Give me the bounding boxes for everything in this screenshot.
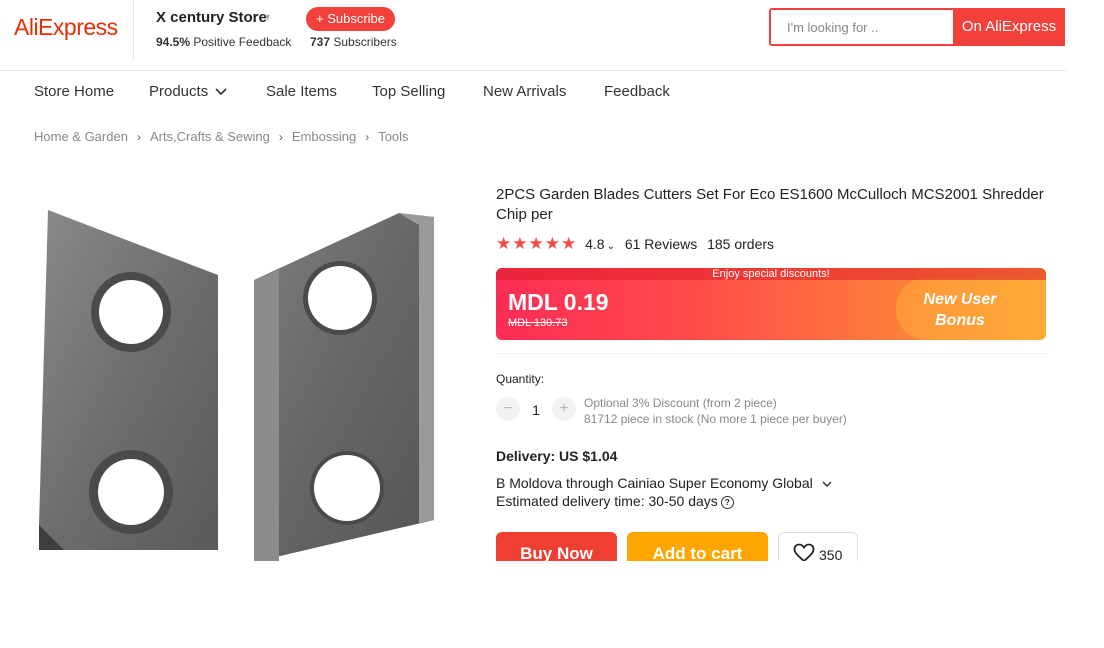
star-rating-icon: ★★★★★ xyxy=(496,234,578,253)
caret-down-icon[interactable]: ▼ xyxy=(263,12,272,22)
heart-icon xyxy=(793,543,815,563)
quantity-label: Quantity: xyxy=(496,372,545,386)
store-header: AliExpress X century Store ▼ + Subscribe… xyxy=(0,0,1067,71)
nav-sale-items[interactable]: Sale Items xyxy=(266,83,337,100)
nav-products-label: Products xyxy=(149,83,209,100)
divider xyxy=(496,353,1046,354)
nav-products[interactable]: Products xyxy=(149,83,227,100)
subscribers-label: Subscribers xyxy=(333,35,397,49)
feedback-percent: 94.5% xyxy=(156,35,191,49)
delivery-eta: Estimated delivery time: 30-50 days? xyxy=(496,493,734,509)
stock-note: 81712 piece in stock (No more 1 piece pe… xyxy=(584,412,847,426)
blades-photo xyxy=(39,210,434,561)
positive-feedback: 94.5% Positive Feedback xyxy=(156,35,291,49)
nav-top-selling[interactable]: Top Selling xyxy=(372,83,445,100)
breadcrumb-home-garden[interactable]: Home & Garden xyxy=(34,129,128,144)
orders-count: 185 orders xyxy=(707,236,775,252)
quantity-input[interactable]: 1 xyxy=(526,402,546,418)
nav-store-home[interactable]: Store Home xyxy=(34,83,114,100)
nav-feedback[interactable]: Feedback xyxy=(604,83,670,100)
chevron-right-icon: › xyxy=(136,130,141,144)
chevron-right-icon: › xyxy=(365,130,370,144)
breadcrumb-arts-crafts[interactable]: Arts,Crafts & Sewing xyxy=(150,129,270,144)
rating-row: ★★★★★ 4.8 ⌄ 61 Reviews 185 orders xyxy=(496,234,774,254)
promo-banner: Enjoy special discounts! xyxy=(496,268,1046,280)
discount-note: Optional 3% Discount (from 2 piece) xyxy=(584,396,777,410)
breadcrumb-embossing[interactable]: Embossing xyxy=(292,129,356,144)
new-user-bonus[interactable]: New User Bonus xyxy=(900,289,1020,331)
price-banner: Enjoy special discounts! MDL 0.19 MDL 13… xyxy=(496,268,1046,340)
search-bar: On AliExpress xyxy=(769,8,1065,46)
shipping-method[interactable]: B Moldova through Cainiao Super Economy … xyxy=(496,475,832,491)
feedback-label: Positive Feedback xyxy=(193,35,292,49)
chevron-right-icon: › xyxy=(278,130,283,144)
original-price: MDL 130.73 xyxy=(508,317,568,329)
current-price: MDL 0.19 xyxy=(508,289,609,315)
search-input[interactable] xyxy=(771,10,969,44)
subscribers-count: 737 xyxy=(310,35,331,49)
chevron-down-icon[interactable]: ⌄ xyxy=(607,241,615,252)
breadcrumb-tools[interactable]: Tools xyxy=(378,129,408,144)
aliexpress-logo[interactable]: AliExpress xyxy=(14,14,118,41)
help-icon[interactable]: ? xyxy=(720,495,734,509)
viewport-blank-area xyxy=(0,561,1104,648)
breadcrumb: Home & Garden › Arts,Crafts & Sewing › Embos… xyxy=(34,129,409,144)
quantity-decrease-button[interactable]: − xyxy=(496,397,520,421)
search-button[interactable]: On AliExpress xyxy=(953,10,1063,44)
delivery-cost: Delivery: US $1.04 xyxy=(496,448,618,464)
shipping-method-label: B Moldova through Cainiao Super Economy … xyxy=(496,475,813,491)
rating-value[interactable]: 4.8 xyxy=(585,236,604,252)
subscribers: 737 Subscribers xyxy=(310,35,397,49)
bonus-line2: Bonus xyxy=(935,312,985,329)
subscribe-button[interactable]: + Subscribe xyxy=(306,7,395,31)
header-divider xyxy=(133,0,134,60)
product-title: 2PCS Garden Blades Cutters Set For Eco E… xyxy=(496,186,1044,223)
chevron-down-icon xyxy=(215,88,227,96)
store-name[interactable]: X century Store xyxy=(156,9,267,26)
quantity-notes: Optional 3% Discount (from 2 piece) 8171… xyxy=(584,395,847,427)
product-image[interactable] xyxy=(34,205,454,561)
chevron-down-icon xyxy=(822,481,832,487)
quantity-increase-button[interactable]: + xyxy=(552,397,576,421)
reviews-link[interactable]: 61 Reviews xyxy=(625,236,697,252)
delivery-eta-label: Estimated delivery time: 30-50 days xyxy=(496,493,718,509)
bonus-line1: New User xyxy=(923,291,997,308)
nav-new-arrivals[interactable]: New Arrivals xyxy=(483,83,566,100)
